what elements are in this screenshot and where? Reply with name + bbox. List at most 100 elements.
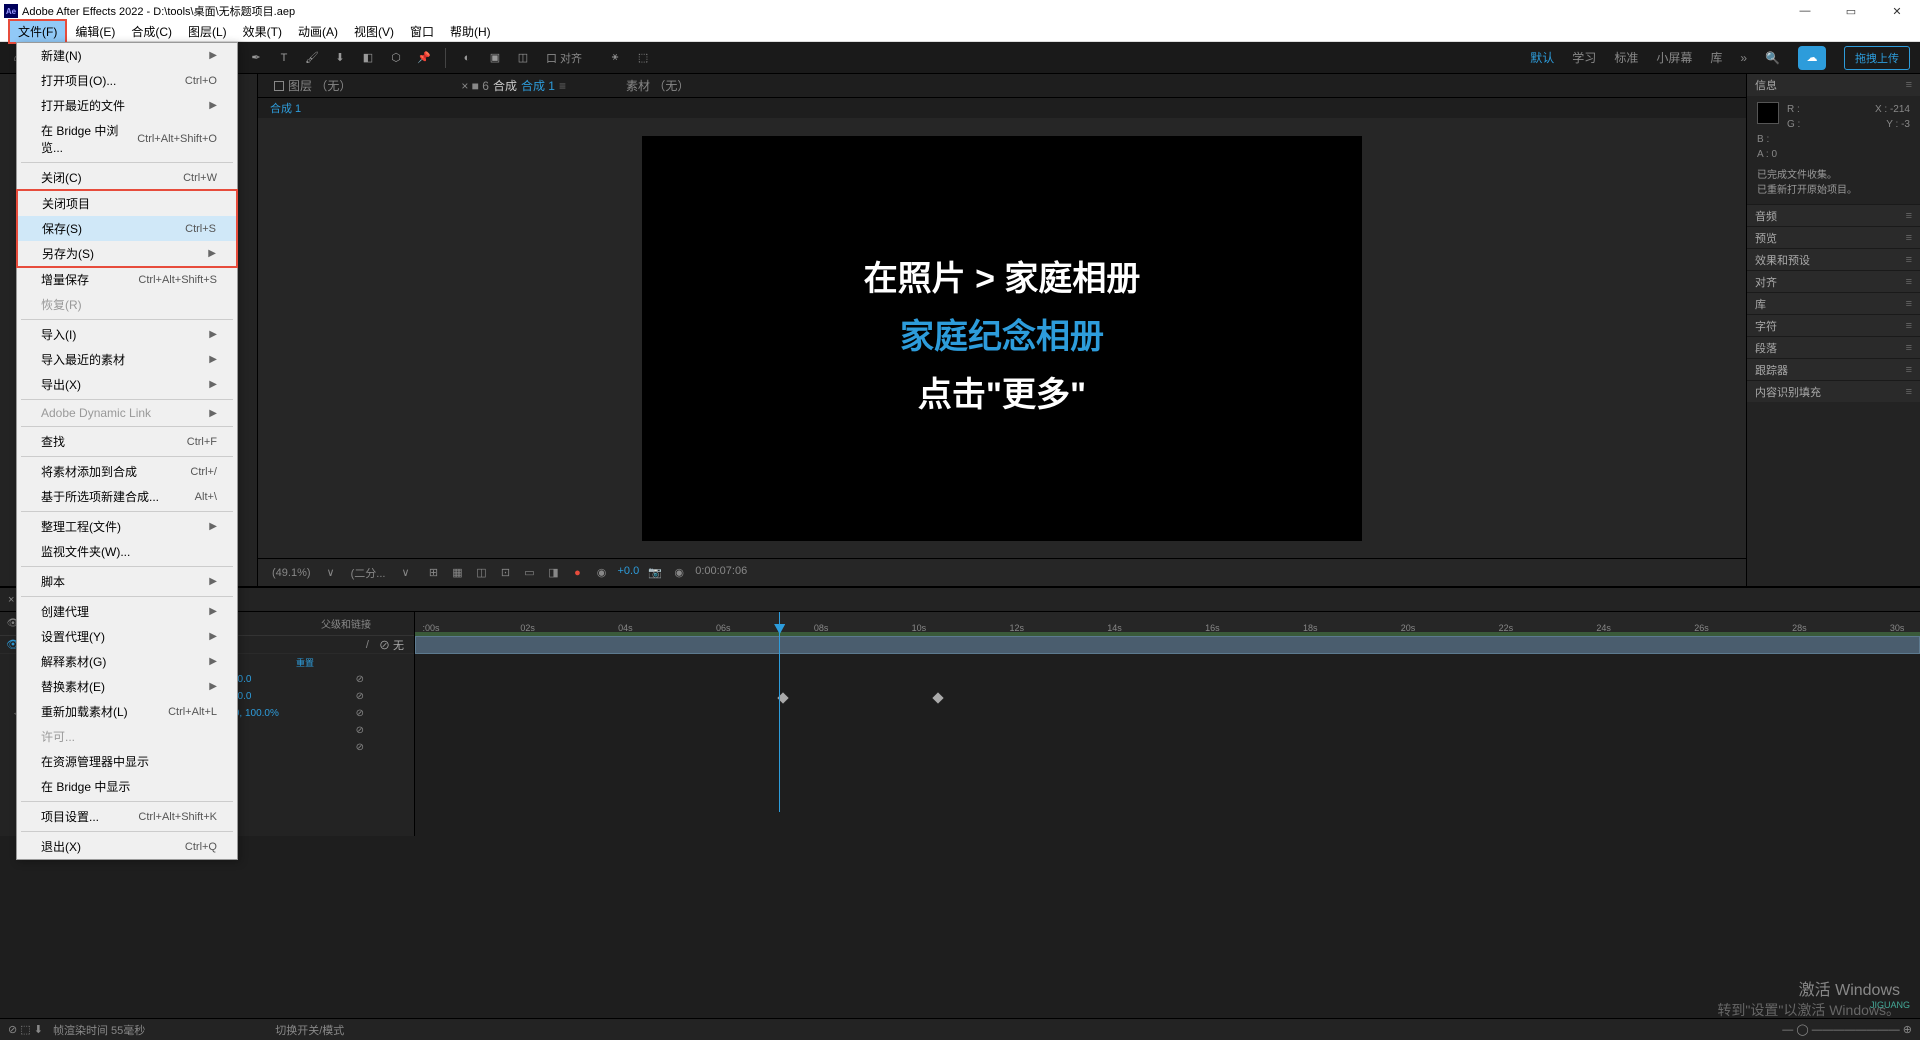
- content-aware-panel[interactable]: 内容识别填充≡: [1747, 380, 1920, 402]
- close-button[interactable]: ✕: [1874, 0, 1920, 22]
- timeline-tracks[interactable]: :00s02s04s06s08s10s12s14s16s18s20s22s24s…: [415, 612, 1920, 836]
- menu-edit[interactable]: 编辑(E): [67, 21, 123, 42]
- menu-open-project[interactable]: 打开项目(O)...Ctrl+O: [17, 68, 237, 93]
- character-panel[interactable]: 字符≡: [1747, 314, 1920, 336]
- timeline-ruler[interactable]: :00s02s04s06s08s10s12s14s16s18s20s22s24s…: [415, 612, 1920, 636]
- roto-tool-icon[interactable]: ⬡: [385, 47, 407, 69]
- mask-tool-icon[interactable]: ◫: [512, 47, 534, 69]
- current-time[interactable]: 0:00:07:06: [695, 565, 747, 581]
- paragraph-panel[interactable]: 段落≡: [1747, 336, 1920, 358]
- workspace-small-screen[interactable]: 小屏幕: [1656, 49, 1692, 66]
- menu-license[interactable]: 许可...: [17, 724, 237, 749]
- menu-interpret[interactable]: 解释素材(G)▶: [17, 649, 237, 674]
- menu-reload[interactable]: 重新加载素材(L)Ctrl+Alt+L: [17, 699, 237, 724]
- effects-panel[interactable]: 效果和预设≡: [1747, 248, 1920, 270]
- menu-close-project[interactable]: 关闭项目: [18, 191, 236, 216]
- shape-fill-icon[interactable]: ◐: [456, 47, 478, 69]
- menu-view[interactable]: 视图(V): [346, 21, 402, 42]
- workspace-standard[interactable]: 标准: [1614, 49, 1638, 66]
- menu-composition[interactable]: 合成(C): [123, 21, 180, 42]
- maximize-button[interactable]: ▭: [1828, 0, 1874, 22]
- menu-open-recent[interactable]: 打开最近的文件▶: [17, 93, 237, 118]
- menu-dynamic-link[interactable]: Adobe Dynamic Link▶: [17, 402, 237, 424]
- menu-create-proxy[interactable]: 创建代理▶: [17, 599, 237, 624]
- menu-reveal-explorer[interactable]: 在资源管理器中显示: [17, 749, 237, 774]
- library-panel[interactable]: 库≡: [1747, 292, 1920, 314]
- menu-save[interactable]: 保存(S)Ctrl+S: [18, 216, 236, 241]
- text-tool-icon[interactable]: T: [273, 47, 295, 69]
- menu-new-comp-from[interactable]: 基于所选项新建合成...Alt+\: [17, 484, 237, 509]
- menu-effect[interactable]: 效果(T): [235, 21, 290, 42]
- minimize-button[interactable]: —: [1782, 0, 1828, 22]
- info-panel-header[interactable]: 信息≡: [1747, 74, 1920, 96]
- menu-set-proxy[interactable]: 设置代理(Y)▶: [17, 624, 237, 649]
- menu-add-to-comp[interactable]: 将素材添加到合成Ctrl+/: [17, 459, 237, 484]
- audio-panel[interactable]: 音频≡: [1747, 204, 1920, 226]
- snapshot-icon[interactable]: 📷: [647, 565, 663, 581]
- grid-icon[interactable]: ⊞: [426, 565, 442, 581]
- pen-tool-icon[interactable]: ✒: [245, 47, 267, 69]
- preview-panel[interactable]: 预览≡: [1747, 226, 1920, 248]
- align-panel[interactable]: 对齐≡: [1747, 270, 1920, 292]
- toggle-tool-icon[interactable]: ⬚: [632, 47, 654, 69]
- menu-animation[interactable]: 动画(A): [290, 21, 346, 42]
- preview-icon[interactable]: ◉: [671, 565, 687, 581]
- transparency-icon[interactable]: ◨: [546, 565, 562, 581]
- menu-import-recent[interactable]: 导入最近的素材▶: [17, 347, 237, 372]
- menu-close[interactable]: 关闭(C)Ctrl+W: [17, 165, 237, 190]
- tab-close-icon[interactable]: ×: [8, 594, 14, 606]
- brush-tool-icon[interactable]: 🖌: [301, 47, 323, 69]
- menu-save-as[interactable]: 另存为(S)▶: [18, 241, 236, 266]
- menu-new[interactable]: 新建(N)▶: [17, 43, 237, 68]
- zoom-dropdown[interactable]: (49.1%): [266, 565, 317, 581]
- clone-tool-icon[interactable]: ⬇: [329, 47, 351, 69]
- snap-label[interactable]: 口 对齐: [546, 50, 582, 66]
- comp-tab[interactable]: × ■ 6 合成 合成 1 ≡: [453, 75, 574, 96]
- menu-watch-folder[interactable]: 监视文件夹(W)...: [17, 539, 237, 564]
- menu-replace[interactable]: 替换素材(E)▶: [17, 674, 237, 699]
- menu-export[interactable]: 导出(X)▶: [17, 372, 237, 397]
- layer-tab[interactable]: 图层 （无）: [266, 75, 359, 96]
- cloud-sync-icon[interactable]: ☁: [1798, 46, 1826, 70]
- menu-layer[interactable]: 图层(L): [180, 21, 235, 42]
- color-mgmt-icon[interactable]: ◉: [594, 565, 610, 581]
- menu-collect-files[interactable]: 整理工程(文件)▶: [17, 514, 237, 539]
- track-area[interactable]: [415, 636, 1920, 796]
- mask-icon[interactable]: ◫: [474, 565, 490, 581]
- puppet-tool-icon[interactable]: 📌: [413, 47, 435, 69]
- switch-mode-label[interactable]: 切换开关/模式: [275, 1022, 344, 1038]
- menu-incremental-save[interactable]: 增量保存Ctrl+Alt+Shift+S: [17, 267, 237, 292]
- menu-scripts[interactable]: 脚本▶: [17, 569, 237, 594]
- footage-tab[interactable]: 素材 （无）: [618, 75, 697, 96]
- menu-exit[interactable]: 退出(X)Ctrl+Q: [17, 834, 237, 859]
- search-icon[interactable]: 🔍: [1765, 51, 1780, 65]
- upload-button[interactable]: 拖拽上传: [1844, 46, 1910, 70]
- workspace-default[interactable]: 默认: [1530, 49, 1554, 66]
- guide-icon[interactable]: ▦: [450, 565, 466, 581]
- resolution-dropdown[interactable]: (二分...: [345, 563, 392, 583]
- layer-bar[interactable]: [415, 636, 1920, 654]
- workspace-library[interactable]: 库: [1710, 49, 1722, 66]
- menu-project-settings[interactable]: 项目设置...Ctrl+Alt+Shift+K: [17, 804, 237, 829]
- eraser-tool-icon[interactable]: ◧: [357, 47, 379, 69]
- render-controls[interactable]: ⊘ ⬚ ⬇: [8, 1023, 43, 1036]
- menu-find[interactable]: 查找Ctrl+F: [17, 429, 237, 454]
- workspace-learn[interactable]: 学习: [1572, 49, 1596, 66]
- workspace-more[interactable]: »: [1740, 51, 1747, 65]
- exposure-value[interactable]: +0.0: [618, 565, 640, 581]
- channel-icon[interactable]: ⊡: [498, 565, 514, 581]
- tracker-panel[interactable]: 跟踪器≡: [1747, 358, 1920, 380]
- shape-stroke-icon[interactable]: ▣: [484, 47, 506, 69]
- snap-options-icon[interactable]: ⚹: [604, 47, 626, 69]
- region-icon[interactable]: ▭: [522, 565, 538, 581]
- menu-import[interactable]: 导入(I)▶: [17, 322, 237, 347]
- 3d-icon[interactable]: ●: [570, 565, 586, 581]
- keyframe-scale-2[interactable]: [933, 692, 944, 703]
- menu-file[interactable]: 文件(F): [8, 19, 67, 44]
- menu-help[interactable]: 帮助(H): [442, 21, 499, 42]
- menu-reveal-bridge[interactable]: 在 Bridge 中显示: [17, 774, 237, 799]
- menu-browse-bridge[interactable]: 在 Bridge 中浏览...Ctrl+Alt+Shift+O: [17, 118, 237, 160]
- panel-menu-icon[interactable]: ≡: [1906, 79, 1912, 91]
- menu-window[interactable]: 窗口: [402, 21, 442, 42]
- viewer-canvas[interactable]: 在照片 > 家庭相册 家庭纪念相册 点击"更多": [258, 118, 1746, 558]
